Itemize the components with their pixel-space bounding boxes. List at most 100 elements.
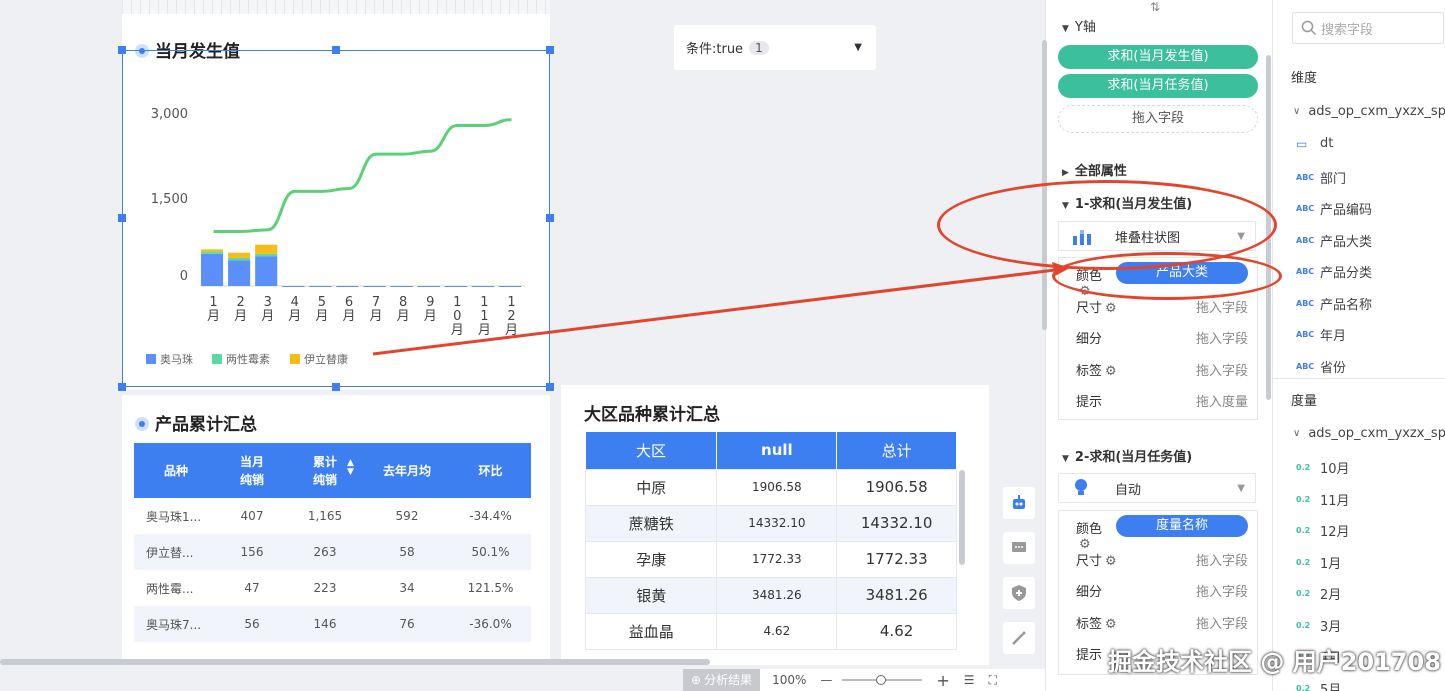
- measure-field[interactable]: 0.2 10月: [1296, 458, 1350, 477]
- drop-field-slot[interactable]: 拖入字段: [1058, 105, 1258, 133]
- encoding-row[interactable]: 标签 ⚙ 拖入字段: [1076, 360, 1248, 379]
- analysis-result-button[interactable]: ⊕ 分析结果: [683, 669, 761, 691]
- drop-hint[interactable]: 拖入字段: [1196, 328, 1248, 347]
- all-properties-header[interactable]: ▶ 全部属性: [1062, 160, 1127, 179]
- y-field-pill[interactable]: 求和(当月任务值): [1058, 74, 1258, 98]
- bar-segment[interactable]: [228, 257, 251, 261]
- dimension-field[interactable]: ABC 产品分类: [1296, 262, 1372, 281]
- gear-icon[interactable]: ⚙: [1105, 364, 1117, 379]
- comment-icon[interactable]: [1003, 532, 1035, 564]
- drop-hint[interactable]: 拖入字段: [1196, 581, 1248, 600]
- legend-item[interactable]: 奥马珠: [146, 351, 193, 367]
- encoding-row[interactable]: 颜色⚙ 度量名称: [1076, 515, 1248, 552]
- dimension-field[interactable]: ABC 省份: [1296, 357, 1346, 376]
- table-row[interactable]: 两性霉... 47 223 34 121.5%: [134, 570, 531, 606]
- dimension-field[interactable]: ABC 产品名称: [1296, 294, 1372, 313]
- table-header[interactable]: 去年月均: [364, 443, 450, 498]
- zoom-slider-thumb[interactable]: [876, 675, 887, 685]
- bar-segment[interactable]: [255, 244, 278, 254]
- y-field-pill[interactable]: 求和(当月发生值): [1058, 45, 1258, 69]
- condition-dropdown[interactable]: 条件:true 1 ▼: [674, 25, 876, 70]
- zoom-out-button[interactable]: —: [820, 673, 832, 687]
- encoding-row[interactable]: 提示 拖入度量: [1076, 391, 1248, 410]
- shield-icon[interactable]: [1003, 577, 1035, 609]
- dimension-field[interactable]: ABC 年月: [1296, 325, 1346, 344]
- measure-field[interactable]: 0.2 12月: [1296, 521, 1350, 540]
- table-cell: 592: [395, 509, 419, 523]
- bar-segment[interactable]: [444, 286, 467, 287]
- gear-icon[interactable]: ⚙: [1105, 554, 1117, 569]
- encoding-row[interactable]: 标签 ⚙ 拖入字段: [1076, 613, 1248, 632]
- search-input[interactable]: 搜索字段: [1292, 12, 1444, 44]
- table-header[interactable]: 大区: [585, 432, 718, 469]
- encoding-row[interactable]: 尺寸 ⚙ 拖入字段: [1076, 550, 1248, 569]
- table-header[interactable]: null: [716, 432, 838, 469]
- color-field-pill[interactable]: 度量名称: [1116, 515, 1248, 537]
- sort-icon[interactable]: ▲ ▼: [347, 458, 354, 477]
- measure-field[interactable]: 0.2 11月: [1296, 490, 1350, 509]
- measure-field[interactable]: 0.2 3月: [1296, 616, 1341, 635]
- bar-segment[interactable]: [201, 249, 224, 252]
- table-scrollbar[interactable]: [959, 470, 965, 565]
- series-line[interactable]: [213, 118, 512, 234]
- encoding-row[interactable]: 细分 拖入字段: [1076, 581, 1248, 600]
- measure-field[interactable]: 0.2 5月: [1296, 679, 1341, 691]
- table-row[interactable]: 中原 1906.58 1906.58: [584, 468, 957, 506]
- table-header[interactable]: 环比: [450, 443, 531, 498]
- drop-hint[interactable]: 拖入字段: [1196, 613, 1248, 632]
- bar-segment[interactable]: [309, 286, 332, 287]
- legend-item[interactable]: 伊立替康: [290, 351, 348, 367]
- bar-segment[interactable]: [255, 253, 278, 257]
- table-row[interactable]: 银黄 3481.26 3481.26: [584, 576, 957, 614]
- measure-table[interactable]: ∨ ads_op_cxm_yxzx_sp: [1293, 426, 1445, 441]
- table-row[interactable]: 益血晶 4.62 4.62: [584, 612, 957, 650]
- bar-segment[interactable]: [363, 286, 386, 287]
- magic-wand-icon[interactable]: [1003, 622, 1035, 654]
- dimension-field[interactable]: ABC 产品编码: [1296, 199, 1372, 218]
- bar-segment[interactable]: [390, 286, 413, 287]
- robot-icon[interactable]: [1003, 487, 1035, 519]
- dimension-field[interactable]: ABC 产品大类: [1296, 231, 1372, 250]
- bar-segment[interactable]: [282, 286, 305, 287]
- table-header[interactable]: 品种: [134, 443, 218, 498]
- bar-segment[interactable]: [228, 252, 251, 258]
- zoom-in-button[interactable]: +: [936, 671, 949, 690]
- series2-header[interactable]: ▼ 2-求和(当月任务值): [1062, 446, 1192, 465]
- table-row[interactable]: 孕康 1772.33 1772.33: [584, 540, 957, 578]
- drop-hint[interactable]: 拖入字段: [1196, 360, 1248, 379]
- bar-segment[interactable]: [228, 260, 251, 286]
- bar-segment[interactable]: [417, 286, 440, 287]
- drop-hint[interactable]: 拖入字段: [1196, 297, 1248, 316]
- bar-segment[interactable]: [255, 256, 278, 286]
- table-header[interactable]: 总计: [836, 432, 957, 469]
- table-header[interactable]: 累计 纯销 ▲ ▼: [286, 443, 364, 498]
- bar-segment[interactable]: [498, 286, 521, 287]
- table-header[interactable]: 当月 纯销: [218, 443, 286, 498]
- bar-segment[interactable]: [336, 286, 359, 287]
- chart-type-select[interactable]: 自动 ▼: [1058, 473, 1256, 503]
- swap-axis-icon[interactable]: ⇅: [1150, 0, 1160, 14]
- bar-segment[interactable]: [201, 253, 224, 286]
- table-row[interactable]: 奥马珠1... 407 1,165 592 -34.4%: [134, 498, 531, 534]
- measure-field[interactable]: 0.2 1月: [1296, 553, 1341, 572]
- dimension-field[interactable]: ▭ dt: [1296, 136, 1333, 151]
- dimension-table[interactable]: ∨ ads_op_cxm_yxzx_sp: [1293, 104, 1445, 119]
- table-row[interactable]: 奥马珠7... 56 146 76 -36.0%: [134, 606, 531, 642]
- drop-hint[interactable]: 拖入度量: [1196, 391, 1248, 410]
- table-row[interactable]: 伊立替... 156 263 58 50.1%: [134, 534, 531, 570]
- dimension-field[interactable]: ABC 部门: [1296, 168, 1346, 187]
- horizontal-scrollbar[interactable]: [0, 659, 710, 665]
- measure-field[interactable]: 0.2 2月: [1296, 584, 1341, 603]
- gear-icon[interactable]: ⚙: [1105, 301, 1117, 316]
- fit-width-icon[interactable]: ☰: [964, 673, 975, 687]
- y-axis-header[interactable]: ▼ Y轴: [1062, 16, 1096, 35]
- fullscreen-icon[interactable]: ⛶: [989, 673, 997, 688]
- zoom-slider[interactable]: [842, 675, 923, 685]
- legend-item[interactable]: 两性霉素: [212, 351, 270, 367]
- bar-segment[interactable]: [471, 286, 494, 287]
- gear-icon[interactable]: ⚙: [1105, 617, 1117, 632]
- table-row[interactable]: 蔗糖铁 14332.10 14332.10: [584, 504, 957, 542]
- bar-segment[interactable]: [201, 251, 224, 254]
- encoding-row[interactable]: 细分 拖入字段: [1076, 328, 1248, 347]
- drop-hint[interactable]: 拖入字段: [1196, 550, 1248, 569]
